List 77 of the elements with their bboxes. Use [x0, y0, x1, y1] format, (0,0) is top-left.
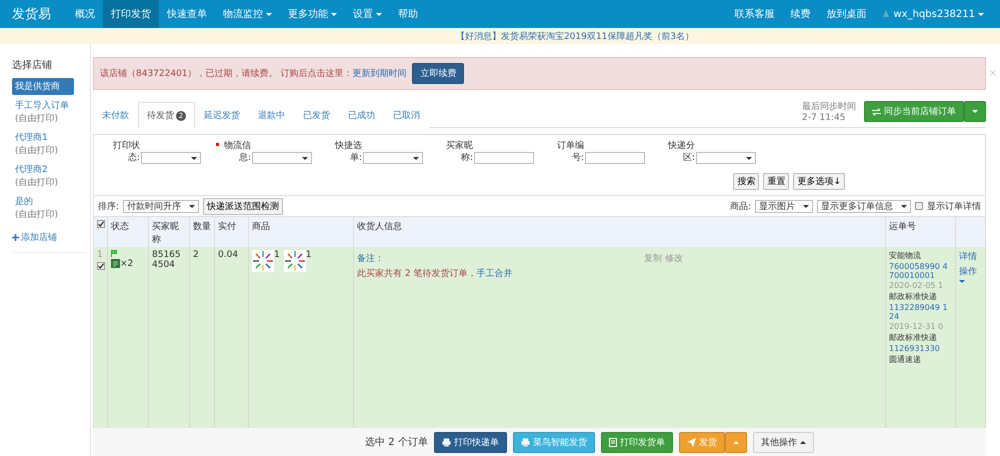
row-number: 1 — [97, 250, 103, 260]
quantity: 2 — [193, 250, 199, 260]
paid-amount: 0.04 — [218, 250, 238, 260]
nav-item[interactable]: 更多功能 — [280, 0, 345, 28]
filter-label: 物流信 息: — [215, 140, 251, 164]
alert-text: 该店铺（843722401），已过期，请续费。 订购后点击这里：更新到期时间 — [100, 68, 406, 80]
row-op-link[interactable]: 操作 — [959, 265, 977, 278]
add-shop-link[interactable]: 添加店铺 — [12, 231, 86, 253]
notice-text[interactable]: 【好消息】发货易荣获淘宝2019双11保障超凡奖（前3名） — [456, 30, 694, 42]
shop-item[interactable]: 是的 (自由打印) — [12, 193, 74, 223]
waybill-number[interactable]: 7600058990 4700010001 — [889, 262, 952, 280]
nav-item[interactable]: 放到桌面 — [818, 0, 874, 28]
buyer-nickname: 851654504 — [152, 250, 182, 270]
row-op-link[interactable]: 详情 — [959, 250, 977, 263]
waybill-number[interactable]: 1132289049 124 — [889, 303, 952, 321]
detail-label: 显示订单详情 — [927, 200, 981, 212]
footer-button[interactable]: 打印快递单 — [434, 432, 507, 452]
sync-label: 最后同步时间 — [802, 100, 856, 113]
range-check-button[interactable]: 快递派送范围检测 — [203, 198, 284, 214]
remark-label: 备注： — [357, 252, 384, 265]
goods-label: 商品: — [730, 200, 751, 212]
merge-link[interactable]: 手工合并 — [476, 269, 512, 279]
filter-button[interactable]: 更多选项↓ — [793, 173, 845, 190]
waybill-date: 2020-02-05 1 — [889, 281, 944, 290]
shop-item[interactable]: 代理商1 (自由打印) — [12, 129, 74, 159]
sort-select[interactable]: 付款时间升序 — [123, 200, 200, 212]
more-info-dropdown[interactable]: 显示更多订单信息 — [817, 200, 911, 212]
shop-item[interactable]: 手工导入订单 (自由打印) — [12, 97, 74, 127]
sidebar-title: 选择店铺 — [12, 58, 53, 72]
nav-item[interactable]: 续费 — [782, 0, 818, 28]
carrier-name: 安能物流 — [889, 250, 921, 261]
footer-button[interactable]: 打印发货单 — [600, 432, 673, 452]
product-quantity: 1 — [274, 250, 280, 260]
nav-item[interactable]: 物流监控 — [215, 0, 280, 28]
footer-button[interactable]: 菜鸟智能发货 — [512, 432, 595, 452]
shop-item[interactable]: 我是供货商 — [12, 78, 74, 95]
filter-label: 订单编 号: — [556, 140, 584, 164]
row-action-link[interactable]: 修改 — [665, 252, 683, 265]
row-action-link[interactable]: 复制 — [644, 252, 662, 265]
carrier-name: 圆通速递 — [889, 354, 921, 365]
column-header: 状态 — [108, 217, 149, 247]
sort-label: 排序: — [98, 200, 120, 212]
nav-item[interactable]: 快速查单 — [159, 0, 215, 28]
filter-label: 买家昵 称: — [445, 140, 473, 164]
sync-button[interactable]: 同步当前店铺订单 — [864, 101, 964, 122]
shop-item[interactable]: 代理商2 (自由打印) — [12, 161, 74, 191]
nav-item[interactable]: 概况 — [67, 0, 103, 28]
nav-item[interactable]: 设置 — [345, 0, 390, 28]
carrier-name: 邮政标准快递 — [889, 332, 937, 343]
column-header: 商品 — [249, 217, 354, 247]
filter-label: 打印状 态: — [112, 140, 140, 164]
column-header: 运单号 — [886, 217, 956, 247]
carrier-name: 邮政标准快递 — [889, 291, 937, 302]
item-count: ×2 — [120, 259, 134, 269]
column-header: 买家昵称 — [149, 217, 190, 247]
nav-item[interactable]: 帮助 — [390, 0, 426, 28]
sync-time: 2-7 11:45 — [802, 113, 846, 123]
goods-display-select[interactable]: 显示图片 — [755, 200, 813, 212]
user-menu[interactable]: wx_hqbs238211 — [874, 0, 992, 28]
app-logo[interactable]: 发货易 — [12, 5, 51, 23]
waybill-number[interactable]: 1126931330 — [889, 344, 940, 353]
filter-label: 快捷选 单: — [334, 140, 362, 164]
selected-count: 选中 2 个订单 — [365, 436, 428, 449]
waybill-date: 2019-12-31 0 — [889, 322, 944, 331]
column-header: 实付 — [215, 217, 249, 247]
filter-button[interactable]: 重置 — [763, 173, 790, 190]
renew-button[interactable]: 立即续费 — [412, 63, 464, 84]
merge-message: 此买家共有 2 笔待发货订单，手工合并 — [357, 268, 512, 280]
nav-item[interactable]: 打印发货 — [103, 0, 159, 28]
filter-label: 快递分 区: — [666, 140, 695, 164]
product-quantity: 1 — [306, 250, 312, 260]
renew-time-link[interactable]: 更新到期时间 — [352, 69, 406, 79]
column-header: 收货人信息 — [354, 217, 886, 247]
column-header: 数量 — [190, 217, 215, 247]
nav-item[interactable]: 联系客服 — [726, 0, 782, 28]
filter-button[interactable]: 搜索 — [733, 173, 760, 190]
footer-button[interactable]: 其他操作 — [752, 432, 814, 452]
